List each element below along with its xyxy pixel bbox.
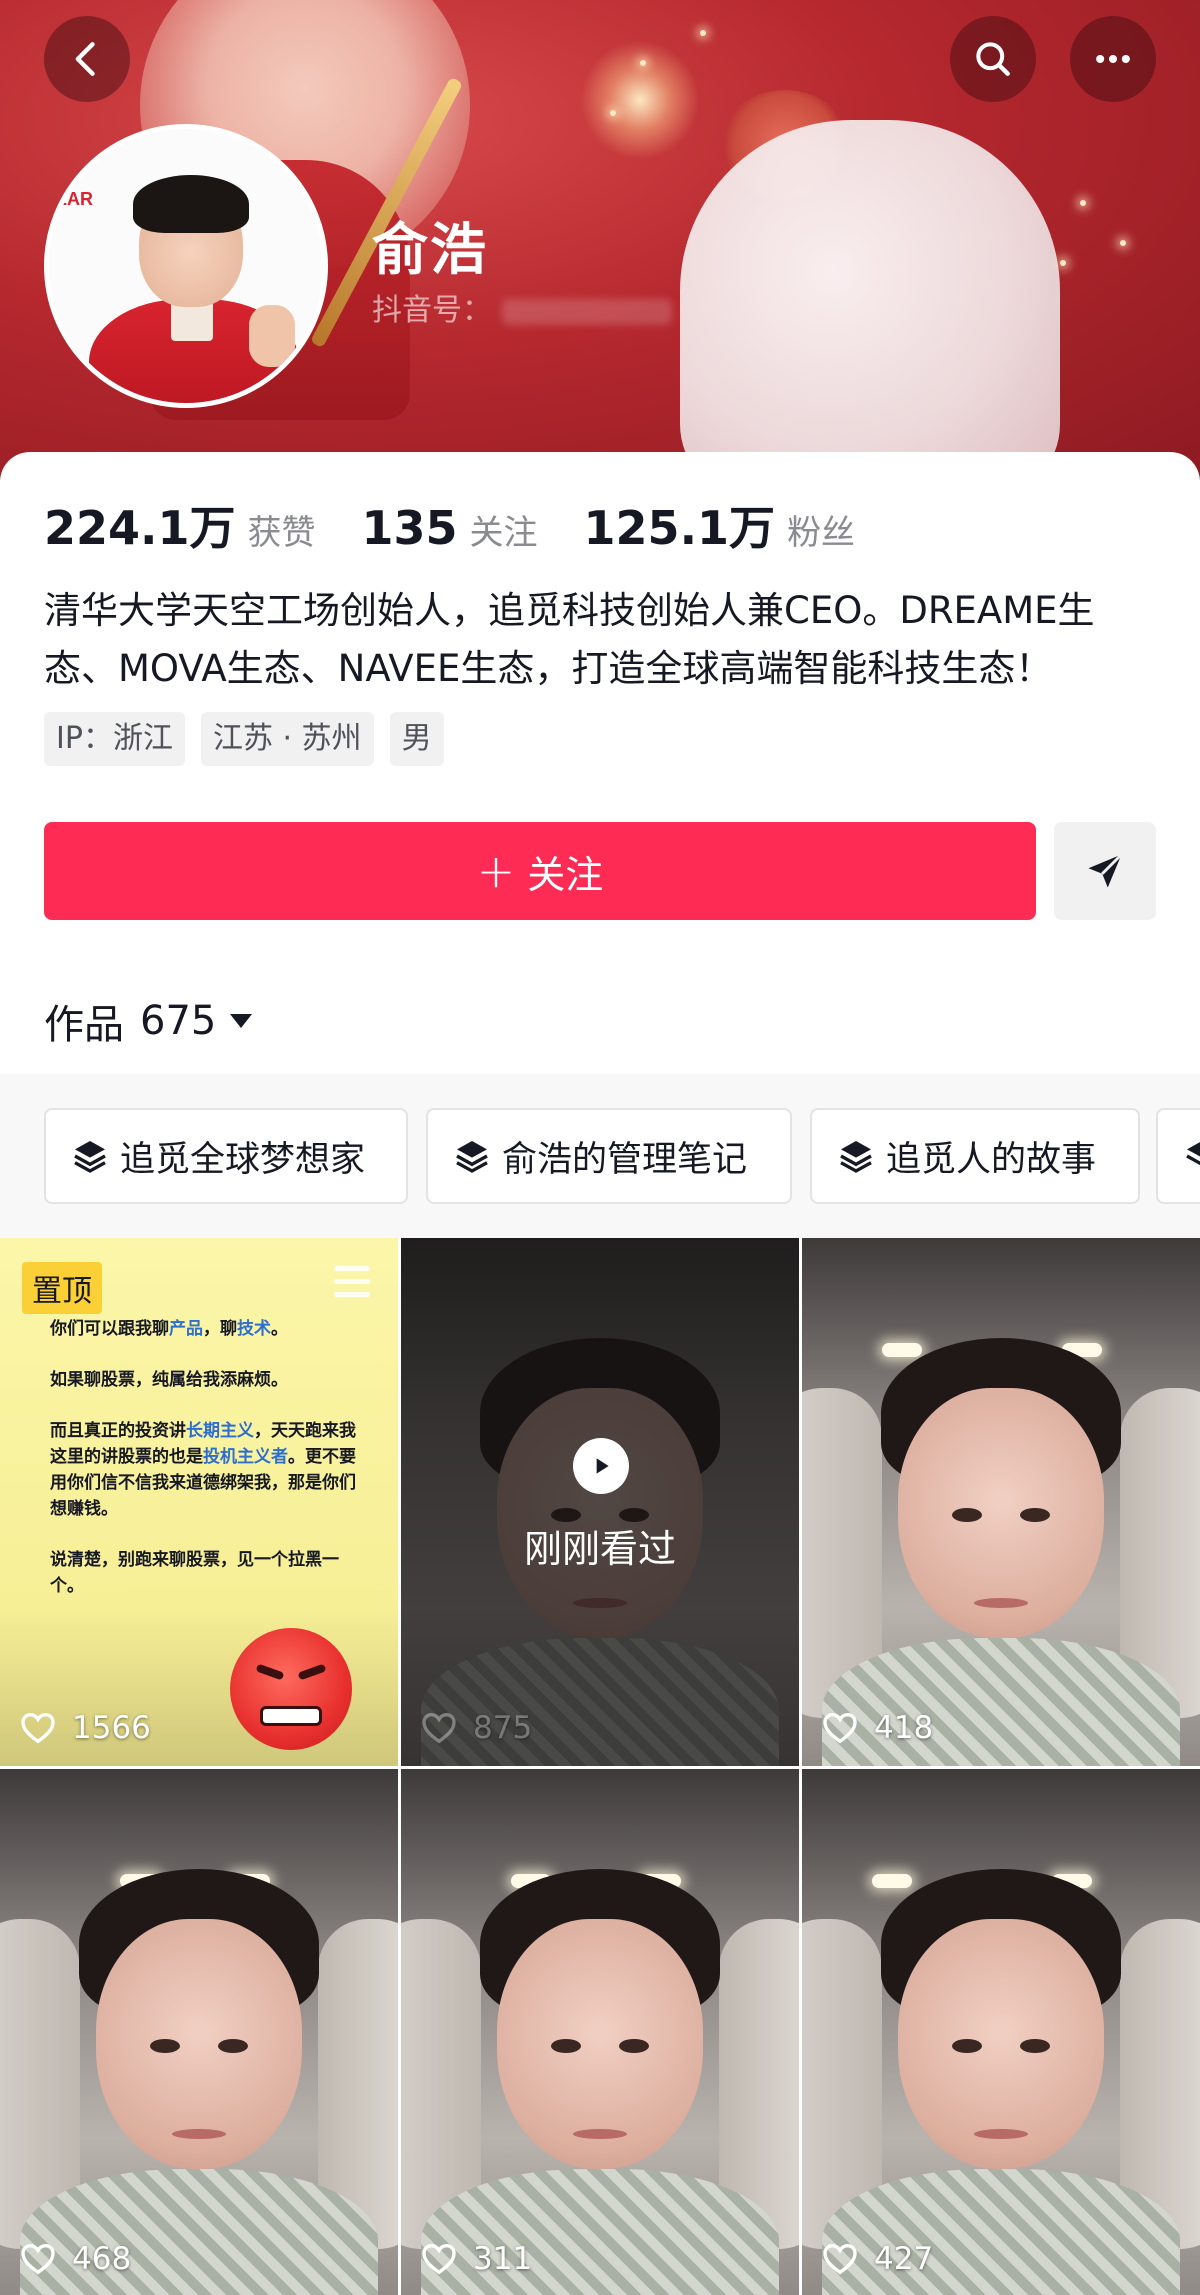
like-count: 427	[820, 2239, 933, 2279]
tag-gender: 男	[389, 712, 444, 766]
stat-value: 135	[361, 501, 458, 555]
collections-strip: 追觅全球梦想家 俞浩的管理笔记 追觅人的故事	[0, 1074, 1200, 1238]
bio-line: 态、MOVA生态、NAVEE生态，打造全球高端智能科技生态！	[44, 647, 1053, 690]
avatar[interactable]: EAR	[44, 124, 328, 408]
douyin-id-label: 抖音号：	[372, 293, 492, 328]
douyin-id-value-blurred	[502, 298, 672, 325]
search-icon	[976, 42, 1010, 76]
video-card[interactable]: 427	[802, 1769, 1200, 2295]
heart-icon	[823, 1712, 857, 1744]
layers-icon	[456, 1141, 488, 1173]
bio-line: 清华大学天空工场创始人，追觅科技创始人兼CEO。DREAME生	[44, 589, 1095, 632]
like-count-value: 468	[72, 2241, 132, 2277]
profile-banner: EAR 俞浩 抖音号：	[0, 0, 1200, 480]
more-button[interactable]	[1070, 16, 1156, 102]
video-grid: 置顶 你们可以跟我聊产品，聊技术。 如果聊股票，纯属给我添麻烦。 而且真正的投资…	[0, 1238, 1200, 2295]
like-count-value: 311	[473, 2241, 533, 2277]
collection-label: 追觅人的故事	[886, 1139, 1097, 1180]
like-count: 468	[18, 2239, 131, 2279]
stat-likes[interactable]: 224.1万 获赞	[44, 492, 316, 558]
like-count: 875	[419, 1708, 532, 1748]
profile-sheet: 224.1万 获赞 135 关注 125.1万 粉丝 清华大学天空工场创始人，追…	[0, 452, 1200, 1074]
like-count-value: 418	[874, 1710, 934, 1746]
more-dots-icon	[1096, 54, 1130, 64]
like-count: 418	[820, 1708, 933, 1748]
like-count-value: 875	[473, 1710, 533, 1746]
stat-label: 粉丝	[787, 513, 856, 553]
works-label: 作品	[44, 1002, 124, 1048]
stat-value: 125.1万	[583, 501, 776, 555]
heart-icon	[823, 2243, 857, 2275]
plus-icon: +	[476, 844, 516, 898]
pinned-badge: 置顶	[22, 1262, 102, 1314]
play-icon	[573, 1438, 629, 1494]
share-button[interactable]	[1054, 822, 1156, 920]
collection-label: 追觅全球梦想家	[120, 1139, 366, 1180]
angry-face-emoji	[230, 1628, 352, 1750]
layers-icon	[1186, 1142, 1200, 1166]
send-icon	[1088, 853, 1123, 888]
collection-item-partial[interactable]	[1156, 1108, 1200, 1204]
search-button[interactable]	[950, 16, 1036, 102]
tag-ip: IP：浙江	[44, 712, 185, 766]
collection-item[interactable]: 追觅人的故事	[810, 1108, 1140, 1204]
stat-following[interactable]: 135 关注	[362, 501, 538, 555]
bio: 清华大学天空工场创始人，追觅科技创始人兼CEO。DREAME生 态、MOVA生态…	[44, 582, 1164, 698]
follow-button[interactable]: + 关注	[44, 822, 1036, 920]
watched-overlay	[401, 1238, 799, 1766]
video-card[interactable]: 468	[0, 1769, 398, 2295]
banner-horse	[680, 120, 1060, 480]
heart-icon	[21, 1712, 55, 1744]
back-button[interactable]	[44, 16, 130, 102]
stat-label: 关注	[469, 513, 538, 553]
like-count-value: 1566	[72, 1710, 151, 1746]
works-tab[interactable]: 作品 675	[44, 992, 253, 1050]
profile-tags: IP：浙江 江苏 · 苏州 男	[44, 712, 460, 766]
collection-item[interactable]: 俞浩的管理笔记	[426, 1108, 792, 1204]
heart-icon	[422, 2243, 456, 2275]
chevron-left-icon	[75, 42, 95, 76]
video-card[interactable]: 311	[401, 1769, 799, 2295]
like-count: 1566	[18, 1708, 151, 1748]
video-card-watched[interactable]: 刚刚看过 875	[401, 1238, 799, 1766]
douyin-id: 抖音号：	[372, 285, 672, 329]
caret-down-icon	[230, 1014, 253, 1028]
heart-icon	[21, 2243, 55, 2275]
profile-stats: 224.1万 获赞 135 关注 125.1万 粉丝	[44, 492, 901, 558]
works-count: 675	[140, 998, 217, 1044]
tag-location: 江苏 · 苏州	[200, 712, 374, 766]
like-count: 311	[419, 2239, 532, 2279]
layers-icon	[840, 1141, 872, 1173]
follow-label: 关注	[527, 852, 604, 897]
menu-lines-icon	[334, 1266, 370, 1305]
username: 俞浩	[372, 218, 488, 283]
stat-followers[interactable]: 125.1万 粉丝	[584, 492, 856, 558]
layers-icon	[74, 1141, 106, 1173]
like-count-value: 427	[874, 2241, 934, 2277]
collection-label: 俞浩的管理笔记	[502, 1139, 748, 1180]
avatar-badge-text: EAR	[55, 189, 94, 209]
collection-item[interactable]: 追觅全球梦想家	[44, 1108, 408, 1204]
banner-wand-glow	[580, 40, 700, 160]
just-watched-label: 刚刚看过	[523, 1527, 676, 1571]
video-card-pinned[interactable]: 置顶 你们可以跟我聊产品，聊技术。 如果聊股票，纯属给我添麻烦。 而且真正的投资…	[0, 1238, 398, 1766]
pinned-card-text: 你们可以跟我聊产品，聊技术。 如果聊股票，纯属给我添麻烦。 而且真正的投资讲长期…	[50, 1319, 356, 1596]
heart-icon	[422, 1712, 456, 1744]
video-card[interactable]: 418	[802, 1238, 1200, 1766]
stat-value: 224.1万	[44, 501, 236, 555]
stat-label: 获赞	[247, 513, 316, 553]
